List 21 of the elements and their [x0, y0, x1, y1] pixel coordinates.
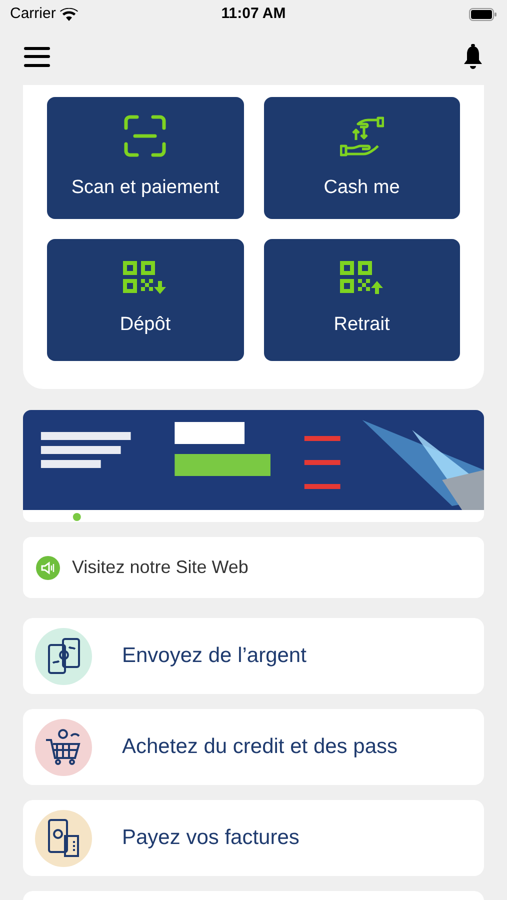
- qr-code-upload-icon: [340, 260, 384, 295]
- service-item[interactable]: Payez vos factures: [23, 800, 484, 876]
- phone-bill-icon: [46, 818, 80, 858]
- menu-button[interactable]: [24, 46, 50, 68]
- notification-bell-icon[interactable]: [463, 44, 483, 70]
- qr-code-download-icon: [123, 260, 168, 295]
- service-item[interactable]: Achetez du credit et des pass: [23, 709, 484, 785]
- website-link[interactable]: Visitez notre Site Web: [23, 537, 484, 598]
- status-time: 11:07 AM: [221, 4, 286, 24]
- speaker-icon: [36, 556, 60, 580]
- action-tile[interactable]: Cash me: [264, 97, 460, 219]
- action-tile[interactable]: Dépôt: [47, 239, 244, 361]
- service-item[interactable]: Envoyez de l’argent: [23, 618, 484, 694]
- shopping-cart-icon: [44, 728, 82, 766]
- scan-icon: [123, 114, 168, 158]
- battery-icon: [468, 8, 497, 20]
- action-tile[interactable]: Scan et paiement: [47, 97, 244, 219]
- action-tile[interactable]: Retrait: [264, 239, 460, 361]
- wifi-icon: [60, 8, 78, 20]
- carrier-label: Carrier: [10, 4, 56, 24]
- phones-coin-icon: [46, 637, 80, 675]
